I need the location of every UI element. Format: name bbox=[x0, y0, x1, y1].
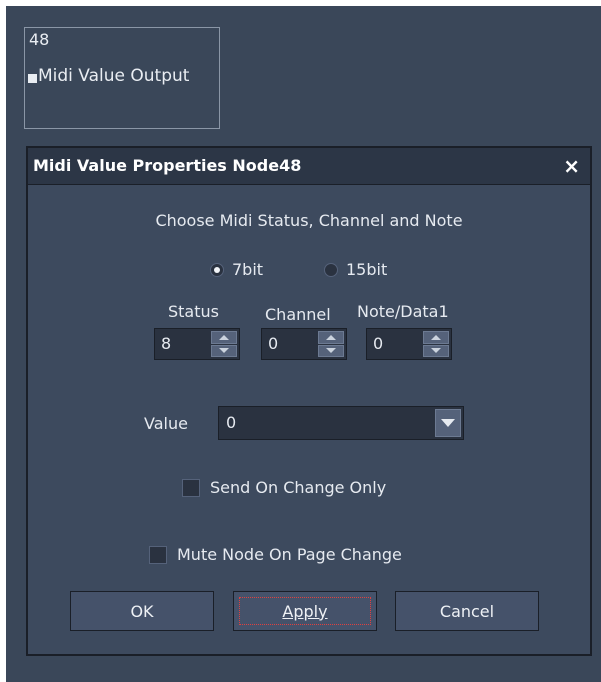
value-selected: 0 bbox=[226, 413, 237, 432]
mute-node-checkbox[interactable]: Mute Node On Page Change bbox=[149, 545, 402, 564]
status-label: Status bbox=[168, 302, 219, 321]
cancel-button[interactable]: Cancel bbox=[395, 591, 539, 631]
ok-button-label: OK bbox=[130, 601, 154, 621]
note-increment-button[interactable] bbox=[423, 331, 449, 344]
radio-7bit[interactable]: 7bit bbox=[210, 260, 263, 279]
workspace-canvas: 48 Midi Value Output Midi Value Properti… bbox=[6, 6, 601, 682]
status-increment-button[interactable] bbox=[211, 331, 237, 344]
midi-value-output-node[interactable]: 48 Midi Value Output bbox=[24, 27, 220, 129]
ok-button[interactable]: OK bbox=[70, 591, 214, 631]
resolution-radio-group: 7bit 15bit bbox=[28, 260, 590, 284]
dialog-title: Midi Value Properties Node48 bbox=[33, 156, 302, 175]
mute-node-label: Mute Node On Page Change bbox=[177, 545, 402, 564]
arrow-down-icon bbox=[326, 348, 336, 354]
note-value: 0 bbox=[373, 334, 384, 353]
node-number: 48 bbox=[29, 30, 50, 49]
radio-unchecked-icon bbox=[324, 262, 338, 277]
arrow-up-icon bbox=[326, 334, 336, 340]
checkbox-icon bbox=[149, 545, 167, 564]
radio-15bit-label: 15bit bbox=[346, 260, 388, 279]
node-label: Midi Value Output bbox=[38, 66, 190, 86]
radio-7bit-label: 7bit bbox=[232, 260, 264, 279]
channel-increment-button[interactable] bbox=[318, 331, 344, 344]
apply-button[interactable]: Apply bbox=[233, 591, 377, 631]
value-dropdown[interactable]: 0 bbox=[218, 406, 464, 440]
channel-label: Channel bbox=[265, 305, 331, 324]
send-on-change-label: Send On Change Only bbox=[210, 478, 387, 497]
radio-15bit[interactable]: 15bit bbox=[324, 260, 387, 279]
note-spinbox[interactable]: 0 bbox=[366, 328, 452, 360]
status-value: 8 bbox=[161, 334, 172, 353]
chevron-down-icon bbox=[441, 419, 455, 427]
arrow-down-icon bbox=[431, 348, 441, 354]
channel-spinbox[interactable]: 0 bbox=[261, 328, 347, 360]
arrow-down-icon bbox=[219, 348, 229, 354]
value-label: Value bbox=[144, 414, 188, 433]
status-decrement-button[interactable] bbox=[211, 344, 237, 357]
midi-value-properties-dialog: Midi Value Properties Node48 × Choose Mi… bbox=[26, 146, 592, 656]
dropdown-button[interactable] bbox=[435, 409, 461, 437]
channel-decrement-button[interactable] bbox=[318, 344, 344, 357]
arrow-up-icon bbox=[219, 334, 229, 340]
dialog-titlebar[interactable]: Midi Value Properties Node48 × bbox=[28, 148, 590, 185]
cancel-button-label: Cancel bbox=[439, 601, 495, 621]
dialog-heading: Choose Midi Status, Channel and Note bbox=[155, 211, 463, 230]
node-output-pin[interactable] bbox=[28, 74, 37, 83]
note-decrement-button[interactable] bbox=[423, 344, 449, 357]
note-label: Note/Data1 bbox=[357, 302, 449, 321]
radio-checked-icon bbox=[210, 262, 224, 277]
channel-value: 0 bbox=[268, 334, 279, 353]
status-spinbox[interactable]: 8 bbox=[154, 328, 240, 360]
send-on-change-checkbox[interactable]: Send On Change Only bbox=[182, 478, 386, 497]
arrow-up-icon bbox=[431, 334, 441, 340]
checkbox-icon bbox=[182, 478, 200, 497]
apply-button-label: Apply bbox=[282, 601, 328, 621]
close-icon[interactable]: × bbox=[563, 154, 580, 178]
